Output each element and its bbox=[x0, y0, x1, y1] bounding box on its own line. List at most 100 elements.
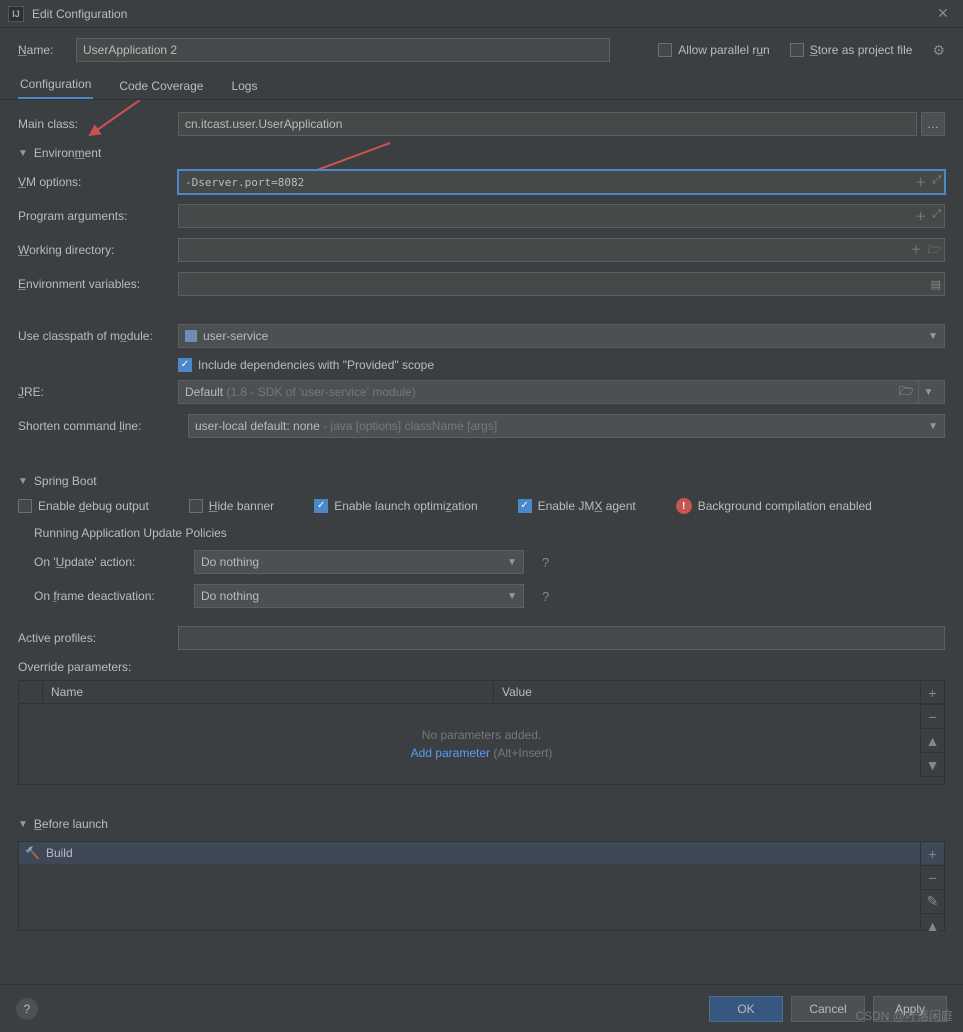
col-value[interactable]: Value bbox=[494, 681, 944, 703]
before-launch-section-toggle[interactable]: ▼ Before launch bbox=[18, 817, 945, 831]
add-row-button[interactable]: + bbox=[921, 681, 944, 705]
module-icon bbox=[185, 330, 197, 342]
build-task-row[interactable]: 🔨 Build bbox=[19, 842, 944, 864]
tab-logs[interactable]: Logs bbox=[229, 73, 259, 99]
tab-configuration[interactable]: Configuration bbox=[18, 71, 93, 99]
move-up-button[interactable]: ▲ bbox=[921, 729, 944, 753]
build-task-label: Build bbox=[46, 846, 73, 860]
store-project-label: Store as project file bbox=[810, 43, 913, 57]
chevron-down-icon: ▼ bbox=[507, 591, 517, 602]
name-input[interactable] bbox=[76, 38, 610, 62]
close-icon[interactable]: ✕ bbox=[931, 2, 955, 26]
edit-task-button[interactable]: ✎ bbox=[921, 890, 944, 914]
enable-debug-checkbox[interactable]: Enable debug output bbox=[18, 499, 149, 513]
classpath-select[interactable]: user-service ▼ bbox=[178, 324, 945, 348]
chevron-down-icon: ▼ bbox=[928, 331, 938, 342]
add-task-button[interactable]: + bbox=[921, 842, 944, 866]
cancel-button[interactable]: Cancel bbox=[791, 996, 865, 1022]
add-parameter-link[interactable]: Add parameter bbox=[411, 746, 490, 760]
on-update-value: Do nothing bbox=[201, 555, 259, 569]
hide-banner-checkbox[interactable]: Hide banner bbox=[189, 499, 274, 513]
apply-button[interactable]: Apply bbox=[873, 996, 947, 1022]
override-params-table: Name Value No parameters added. Add para… bbox=[18, 680, 945, 785]
remove-row-button[interactable]: − bbox=[921, 705, 944, 729]
program-args-label: Program arguments: bbox=[18, 209, 178, 223]
shorten-value: user-local default: none bbox=[195, 419, 320, 433]
jre-label: JRE: bbox=[18, 385, 178, 399]
classpath-value: user-service bbox=[203, 329, 268, 343]
include-provided-label: Include dependencies with "Provided" sco… bbox=[198, 358, 434, 372]
include-provided-checkbox[interactable]: Include dependencies with "Provided" sco… bbox=[178, 358, 434, 372]
expand-icon[interactable]: ⤢ bbox=[932, 208, 941, 224]
hide-banner-label: Hide banner bbox=[209, 499, 274, 513]
active-profiles-input[interactable] bbox=[178, 626, 945, 650]
move-up-button[interactable]: ▲ bbox=[921, 914, 944, 931]
jre-select[interactable]: Default (1.8 - SDK of 'user-service' mod… bbox=[178, 380, 945, 404]
classpath-label: Use classpath of module: bbox=[18, 329, 178, 343]
override-params-label: Override parameters: bbox=[18, 660, 945, 674]
on-update-select[interactable]: Do nothing ▼ bbox=[194, 550, 524, 574]
chevron-down-icon: ▼ bbox=[928, 421, 938, 432]
policies-title: Running Application Update Policies bbox=[34, 526, 945, 540]
chevron-down-icon: ▼ bbox=[18, 148, 28, 159]
env-vars-input[interactable] bbox=[178, 272, 945, 296]
ok-button[interactable]: OK bbox=[709, 996, 783, 1022]
enable-jmx-label: Enable JMX agent bbox=[538, 499, 636, 513]
plus-icon[interactable]: ＋ bbox=[915, 208, 926, 224]
help-button[interactable]: ? bbox=[16, 998, 38, 1020]
chevron-down-icon: ▼ bbox=[507, 557, 517, 568]
main-class-input[interactable] bbox=[178, 112, 917, 136]
main-class-label: Main class: bbox=[18, 117, 178, 131]
environment-section-toggle[interactable]: ▼ Environment bbox=[18, 146, 945, 160]
enable-launch-opt-checkbox[interactable]: Enable launch optimization bbox=[314, 499, 477, 513]
shorten-select[interactable]: user-local default: none - java [options… bbox=[188, 414, 945, 438]
program-args-input[interactable] bbox=[178, 204, 945, 228]
name-label: Name: bbox=[18, 43, 66, 57]
allow-parallel-label: Allow parallel run bbox=[678, 43, 769, 57]
help-icon[interactable]: ? bbox=[542, 555, 549, 570]
tab-coverage[interactable]: Code Coverage bbox=[117, 73, 205, 99]
environment-section-label: Environment bbox=[34, 146, 101, 160]
jre-value: Default bbox=[185, 385, 223, 399]
help-icon[interactable]: ? bbox=[542, 589, 549, 604]
on-frame-value: Do nothing bbox=[201, 589, 259, 603]
plus-icon[interactable]: ＋ bbox=[910, 241, 921, 260]
shorten-label: Shorten command line: bbox=[18, 419, 188, 433]
list-icon[interactable]: ▤ bbox=[931, 278, 941, 291]
browse-main-class-button[interactable]: … bbox=[921, 112, 945, 136]
on-update-label: On 'Update' action: bbox=[34, 555, 184, 569]
before-launch-label: Before launch bbox=[34, 817, 108, 831]
env-vars-label: Environment variables: bbox=[18, 277, 178, 291]
gear-icon[interactable]: ⚙ bbox=[932, 42, 945, 59]
on-frame-label: On frame deactivation: bbox=[34, 589, 184, 603]
expand-icon[interactable]: ⤢ bbox=[932, 174, 941, 190]
vm-options-label: VM options: bbox=[18, 175, 178, 189]
window-title: Edit Configuration bbox=[32, 7, 931, 21]
plus-icon[interactable]: ＋ bbox=[915, 174, 926, 190]
no-params-text: No parameters added. bbox=[422, 728, 541, 742]
working-dir-input[interactable] bbox=[178, 238, 945, 262]
enable-launch-opt-label: Enable launch optimization bbox=[334, 499, 477, 513]
enable-jmx-checkbox[interactable]: Enable JMX agent bbox=[518, 499, 636, 513]
vm-options-input[interactable] bbox=[178, 170, 945, 194]
add-param-hint: (Alt+Insert) bbox=[493, 746, 552, 760]
spring-boot-section-toggle[interactable]: ▼ Spring Boot bbox=[18, 474, 945, 488]
app-logo-icon: IJ bbox=[8, 6, 24, 22]
on-frame-select[interactable]: Do nothing ▼ bbox=[194, 584, 524, 608]
move-down-button[interactable]: ▼ bbox=[921, 753, 944, 777]
folder-icon[interactable]: 🗁 bbox=[899, 382, 914, 403]
warning-icon: ! bbox=[676, 498, 692, 514]
chevron-down-icon: ▼ bbox=[918, 381, 938, 403]
active-profiles-label: Active profiles: bbox=[18, 631, 178, 645]
folder-icon[interactable]: 🗁 bbox=[927, 241, 941, 260]
before-launch-list: 🔨 Build + − ✎ ▲ ▼ bbox=[18, 841, 945, 931]
spring-boot-section-label: Spring Boot bbox=[34, 474, 97, 488]
col-name[interactable]: Name bbox=[43, 681, 494, 703]
bg-compilation-label: Background compilation enabled bbox=[698, 499, 872, 513]
chevron-down-icon: ▼ bbox=[18, 476, 28, 487]
allow-parallel-checkbox[interactable]: Allow parallel run bbox=[658, 43, 769, 57]
hammer-icon: 🔨 bbox=[25, 846, 40, 860]
remove-task-button[interactable]: − bbox=[921, 866, 944, 890]
enable-debug-label: Enable debug output bbox=[38, 499, 149, 513]
store-project-checkbox[interactable]: Store as project file bbox=[790, 43, 913, 57]
